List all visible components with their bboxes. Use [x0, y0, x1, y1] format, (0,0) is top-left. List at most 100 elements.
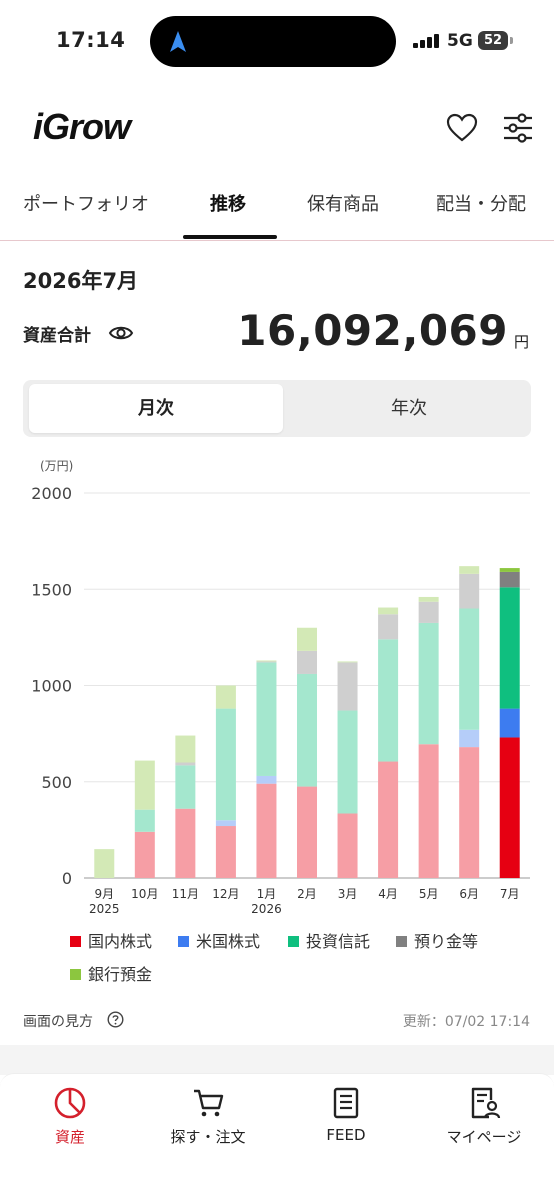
nav-feed-label: FEED	[326, 1126, 366, 1144]
pie-chart-icon	[54, 1087, 86, 1119]
asset-total-value: 16,092,069	[237, 306, 508, 355]
segment-yearly[interactable]: 年次	[291, 384, 527, 433]
bar-segment	[337, 662, 358, 711]
bar-segment	[256, 660, 277, 662]
bar-segment	[134, 809, 155, 832]
sliders-icon[interactable]	[502, 112, 534, 144]
nav-search-order-label: 探す・注文	[170, 1128, 246, 1146]
bar-segment	[94, 849, 115, 878]
feed-icon	[333, 1087, 359, 1119]
y-tick-label: 2000	[31, 484, 72, 503]
content-divider	[0, 1045, 554, 1075]
bar-segment	[215, 820, 236, 827]
bottom-nav: 資産 探す・注文 FEED マイページ	[0, 1073, 554, 1201]
mypage-icon	[471, 1087, 501, 1119]
bar-segment	[418, 622, 439, 745]
dynamic-island	[150, 16, 396, 67]
location-arrow-icon	[170, 31, 186, 52]
x-tick-label: 2月	[297, 887, 317, 901]
nav-search-order[interactable]: 探す・注文	[158, 1086, 258, 1147]
nav-assets[interactable]: 資産	[40, 1086, 100, 1147]
tab-holdings[interactable]: 保有商品	[307, 190, 379, 216]
tab-portfolio[interactable]: ポートフォリオ	[23, 190, 149, 216]
bar-segment	[256, 775, 277, 784]
legend-item-mutual-funds: 投資信託	[288, 928, 370, 952]
app-logo: iGrow	[33, 106, 131, 147]
bar-segment	[499, 587, 520, 709]
bar-segment	[418, 601, 439, 623]
bar-segment	[337, 710, 358, 814]
bar-segment	[459, 729, 480, 748]
help-icon[interactable]	[107, 1011, 124, 1028]
y-tick-label: 1500	[31, 580, 72, 599]
bar-segment	[499, 568, 520, 572]
x-tick-label: 2026	[251, 902, 282, 916]
signal-icon	[413, 34, 441, 48]
x-tick-label: 5月	[419, 887, 439, 901]
battery-tip	[510, 37, 513, 44]
y-tick-label: 0	[62, 869, 72, 888]
bar-segment	[499, 571, 520, 588]
status-bar: 17:14 5G 52	[0, 0, 554, 84]
bar-segment	[459, 573, 480, 609]
bar-segment	[378, 607, 399, 615]
battery-icon: 52	[478, 31, 508, 50]
network-label: 5G	[447, 31, 473, 51]
status-time: 17:14	[56, 28, 126, 52]
y-tick-label: 1000	[31, 677, 72, 696]
active-tab-indicator	[183, 235, 277, 239]
asset-history-chart: (万円) 0 500 1000 1500 2000 9月2025 10月 11月 12月 1月202…	[31, 459, 530, 916]
bar-segment	[175, 762, 196, 766]
eye-icon[interactable]	[108, 320, 134, 346]
x-tick-label: 12月	[212, 887, 239, 901]
segment-monthly[interactable]: 月次	[29, 384, 283, 433]
updated-timestamp: 更新：07/02 17:14	[402, 1014, 530, 1030]
bar-segment	[256, 662, 277, 776]
tab-history[interactable]: 推移	[210, 190, 246, 216]
bar-segment	[134, 760, 155, 810]
x-tick-label: 4月	[378, 887, 398, 901]
bar-segment	[175, 735, 196, 763]
y-tick-label: 500	[41, 773, 72, 792]
bar-segment	[175, 808, 196, 878]
bar-segment	[459, 608, 480, 730]
period-segment: 月次 年次	[23, 380, 531, 437]
legend-item-deposits: 預り金等	[396, 928, 478, 952]
tab-bar: ポートフォリオ 推移 保有商品 配当・分配	[0, 180, 554, 241]
bar-segment	[297, 673, 317, 787]
nav-feed[interactable]: FEED	[316, 1086, 376, 1144]
legend-item-us-stocks: 米国株式	[178, 928, 260, 952]
x-tick-label: 11月	[172, 887, 199, 901]
nav-mypage[interactable]: マイページ	[434, 1086, 534, 1147]
x-tick-label: 2025	[89, 902, 120, 916]
bar-segment	[256, 661, 277, 663]
bar-segment	[499, 708, 520, 738]
bar-segment	[378, 761, 399, 878]
nav-mypage-label: マイページ	[446, 1128, 522, 1146]
bar-segment	[215, 708, 236, 821]
bar-segment	[297, 650, 317, 674]
tab-dividends[interactable]: 配当・分配	[436, 190, 526, 216]
cart-icon	[194, 1089, 224, 1117]
bar-segment	[175, 765, 196, 809]
bar-segment	[499, 737, 520, 878]
bar-segment	[418, 596, 439, 602]
bar-segment	[459, 747, 480, 878]
x-tick-label: 10月	[131, 887, 158, 901]
howto-link[interactable]: 画面の見方	[23, 1011, 93, 1031]
bar-segment	[378, 614, 399, 640]
bar-segment	[215, 685, 236, 709]
bar-segment	[337, 813, 358, 878]
bar-segment	[337, 661, 358, 663]
heart-icon[interactable]	[446, 112, 478, 144]
bar-segment	[297, 786, 317, 878]
legend-item-domestic-stocks: 国内株式	[70, 928, 152, 952]
x-tick-label: 1月	[257, 887, 277, 901]
legend-item-bank-deposits: 銀行預金	[70, 961, 152, 985]
x-tick-label: 7月	[500, 887, 520, 901]
y-axis-unit: (万円)	[40, 459, 73, 473]
bar-segment	[134, 831, 155, 878]
bar-segment	[459, 566, 480, 574]
month-title: 2026年7月	[23, 269, 139, 293]
bar-segment	[418, 744, 439, 878]
